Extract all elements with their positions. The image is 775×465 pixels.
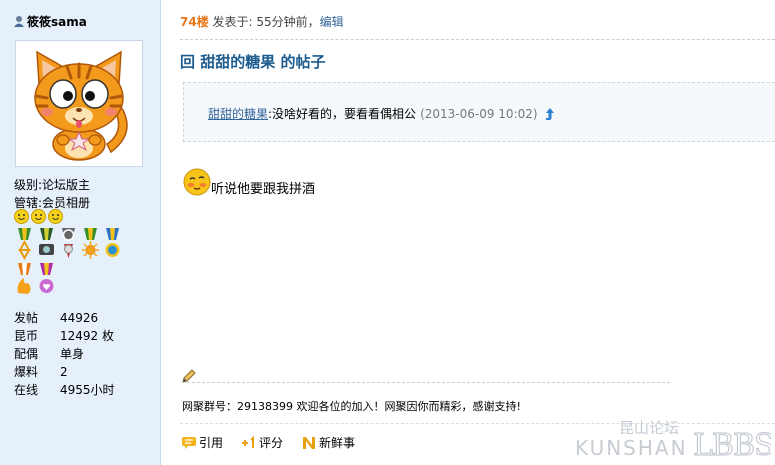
rate-button[interactable]: 评分 <box>241 434 283 451</box>
drunk-emoticon-icon <box>183 168 211 196</box>
up-arrow-icon[interactable] <box>543 107 557 121</box>
quote-text: 甜甜的糖果:没啥好看的，要看看偶相公 (2013-06-09 10:02) <box>208 105 557 122</box>
posted-time: 发表于: 55分钟前， <box>208 15 320 29</box>
post-body: 74楼 发表于: 55分钟前，编辑 回 甜甜的糖果 的帖子 甜甜的糖果:没啥好看… <box>161 0 775 465</box>
signature-divider <box>182 382 670 383</box>
smiley-icon <box>14 209 29 224</box>
quote-button[interactable]: 引用 <box>181 434 223 451</box>
quote-icon <box>182 436 196 449</box>
fresh-icon <box>303 436 316 449</box>
heart-medal-icon[interactable] <box>36 263 57 297</box>
rank-icons <box>14 209 63 224</box>
post-message: 听说他要跟我拼酒 <box>182 165 315 197</box>
stat-row-spouse: 配偶 单身 <box>14 347 85 361</box>
quote-body: :没啥好看的，要看看偶相公 <box>268 107 417 121</box>
user-icon <box>14 16 24 27</box>
post-actions: 引用 评分 新鲜事 <box>181 434 355 451</box>
post-title: 回 甜甜的糖果 的帖子 <box>180 53 326 71</box>
star-of-david-medal-icon[interactable] <box>14 228 35 262</box>
signature: 网聚群号：29138399 欢迎各位的加入！网聚因你而精彩，感谢支持! <box>182 400 521 413</box>
svg-text:LBBS: LBBS <box>693 428 771 459</box>
message-text: 听说他要跟我拼酒 <box>211 182 316 197</box>
globe-medal-icon[interactable] <box>102 228 123 262</box>
svg-text:昆山论坛: 昆山论坛 <box>619 419 679 437</box>
quote-time: (2013-06-09 10:02) <box>420 106 538 121</box>
fresh-button[interactable]: 新鲜事 <box>301 434 355 451</box>
user-level: 级别:论坛版主 <box>14 178 91 192</box>
user-sidebar: 筱筱sama 级别:论坛版主 管辖:会员相册 发帖 44926 昆币 12492… <box>0 0 161 465</box>
medal-list <box>14 228 134 297</box>
user-stats: 发帖 44926 昆币 12492 枚 配偶 单身 爆料 2 在线 4955小时 <box>14 309 115 399</box>
smiley-icon <box>48 209 63 224</box>
username[interactable]: 筱筱sama <box>13 13 87 30</box>
orange-cat-avatar <box>34 50 128 161</box>
kunshan-bbs-watermark: 昆山论坛 KUNSHAN LBBS <box>575 419 771 459</box>
svg-text:KUNSHAN: KUNSHAN <box>575 436 688 459</box>
quote-author-link[interactable]: 甜甜的糖果 <box>208 105 268 122</box>
camera-medal-icon[interactable] <box>36 228 57 262</box>
quote-block: 甜甜的糖果:没啥好看的，要看看偶相公 (2013-06-09 10:02) <box>183 82 775 142</box>
peace-medal-icon[interactable] <box>58 228 79 262</box>
flame-medal-icon[interactable] <box>14 263 35 297</box>
sun-medal-icon[interactable] <box>80 228 101 262</box>
smiley-icon <box>31 209 46 224</box>
divider <box>180 39 775 40</box>
stat-row-coins: 昆币 12492 枚 <box>14 329 114 343</box>
avatar[interactable] <box>15 40 143 167</box>
jurisdiction-link[interactable]: 会员相册 <box>42 196 90 210</box>
edit-link[interactable]: 编辑 <box>320 15 344 29</box>
plus-one-icon <box>242 435 255 448</box>
floor-number[interactable]: 74楼 <box>180 15 209 29</box>
stat-row-online: 在线 4955小时 <box>14 383 115 397</box>
stat-row-reports: 爆料 2 <box>14 365 68 379</box>
stat-row-posts: 发帖 44926 <box>14 311 99 325</box>
post-header: 74楼 发表于: 55分钟前，编辑 <box>180 13 344 30</box>
